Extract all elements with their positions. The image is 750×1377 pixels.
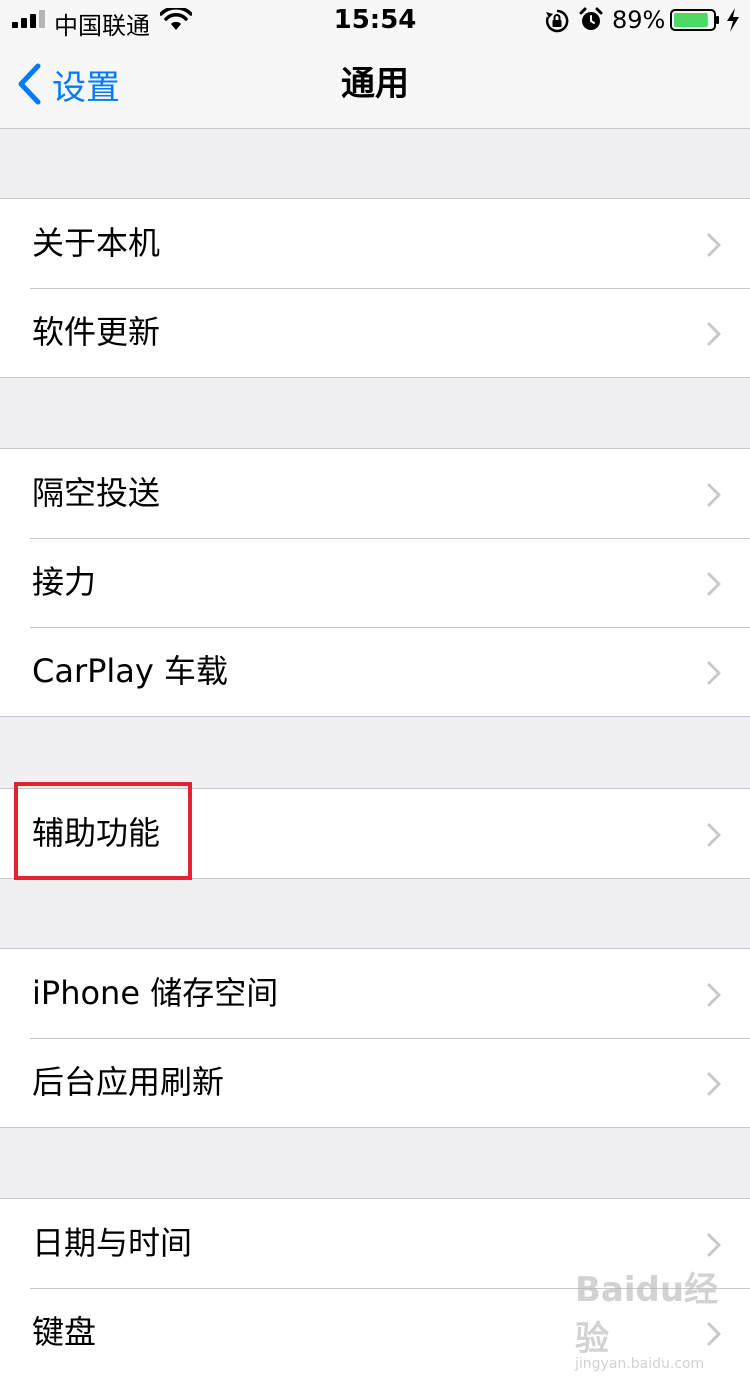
row-label: 后台应用刷新 (32, 1063, 225, 1101)
settings-group-4: iPhone 储存空间 后台应用刷新 (0, 948, 750, 1128)
charging-bolt-icon (727, 8, 739, 32)
row-label: CarPlay 车载 (32, 652, 229, 690)
settings-group-1: 关于本机 软件更新 (0, 198, 750, 378)
row-label: 隔空投送 (32, 474, 161, 512)
chevron-right-icon (707, 233, 721, 257)
row-label: 软件更新 (32, 313, 161, 351)
orientation-lock-icon (545, 9, 569, 33)
row-about[interactable]: 关于本机 (0, 199, 750, 288)
row-airdrop[interactable]: 隔空投送 (0, 449, 750, 538)
row-carplay[interactable]: CarPlay 车载 (0, 627, 750, 716)
highlight-box (14, 782, 192, 880)
watermark-logo: Baidu经验 (575, 1270, 719, 1359)
chevron-right-icon (707, 322, 721, 346)
row-label: iPhone 储存空间 (32, 974, 279, 1012)
battery-percentage: 89% (612, 6, 666, 34)
row-software-update[interactable]: 软件更新 (0, 288, 750, 377)
battery-icon (670, 9, 719, 31)
alarm-icon (579, 7, 603, 30)
row-label: 接力 (32, 563, 97, 601)
watermark: Baidu经验 jingyan.baidu.com (575, 1262, 750, 1372)
chevron-right-icon (707, 661, 721, 685)
chevron-right-icon (707, 983, 721, 1007)
navigation-bar: 设置 通用 (0, 40, 750, 129)
row-label: 日期与时间 (32, 1224, 193, 1262)
row-label: 关于本机 (32, 224, 161, 262)
watermark-url: jingyan.baidu.com (575, 1356, 705, 1372)
chevron-right-icon (707, 1233, 721, 1257)
chevron-right-icon (707, 483, 721, 507)
row-iphone-storage[interactable]: iPhone 储存空间 (0, 949, 750, 1038)
chevron-right-icon (707, 1072, 721, 1096)
row-background-refresh[interactable]: 后台应用刷新 (0, 1038, 750, 1127)
row-label: 键盘 (32, 1313, 97, 1351)
row-handoff[interactable]: 接力 (0, 538, 750, 627)
settings-group-2: 隔空投送 接力 CarPlay 车载 (0, 448, 750, 717)
chevron-right-icon (707, 823, 721, 847)
page-title: 通用 (341, 64, 409, 104)
chevron-right-icon (707, 572, 721, 596)
status-bar: 中国联通 15:54 89% (0, 0, 750, 40)
